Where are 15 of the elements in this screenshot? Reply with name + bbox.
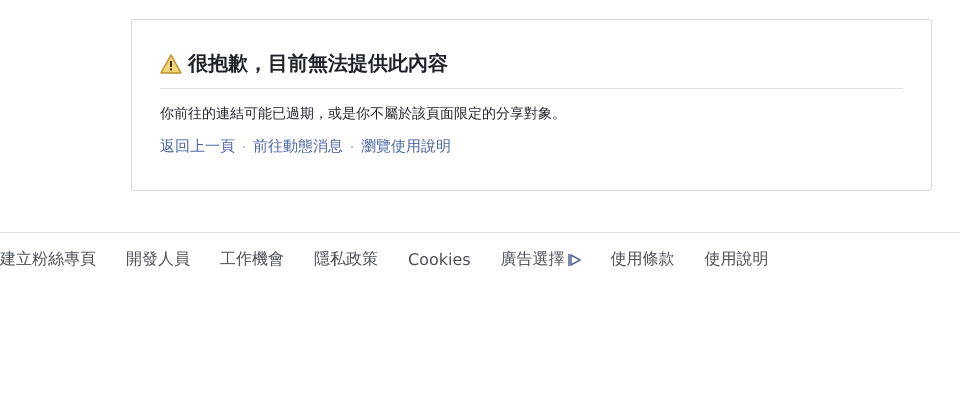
notice-link[interactable]: 瀏覽使用說明 xyxy=(361,137,451,156)
footer-link[interactable]: 廣告選擇 xyxy=(500,249,581,270)
play-triangle-icon xyxy=(566,252,581,266)
footer-link[interactable]: 使用條款 xyxy=(610,249,675,270)
notice-link[interactable]: 返回上一頁 xyxy=(160,137,235,156)
notice-link[interactable]: 前往動態消息 xyxy=(253,137,343,156)
footer-link[interactable]: 開發人員 xyxy=(126,249,190,270)
footer-link[interactable]: 建立粉絲專頁 xyxy=(0,249,96,270)
footer-link[interactable]: Cookies xyxy=(408,250,471,269)
footer-link[interactable]: 使用說明 xyxy=(704,249,769,270)
warning-icon xyxy=(160,54,182,74)
footer-link[interactable]: 工作機會 xyxy=(220,249,284,270)
notice-title: 很抱歉，目前無法提供此內容 xyxy=(188,50,448,77)
notice-message: 你前往的連結可能已過期，或是你不屬於該頁面限定的分享對象。 xyxy=(160,105,567,123)
footer-link[interactable]: 隱私政策 xyxy=(314,249,378,270)
